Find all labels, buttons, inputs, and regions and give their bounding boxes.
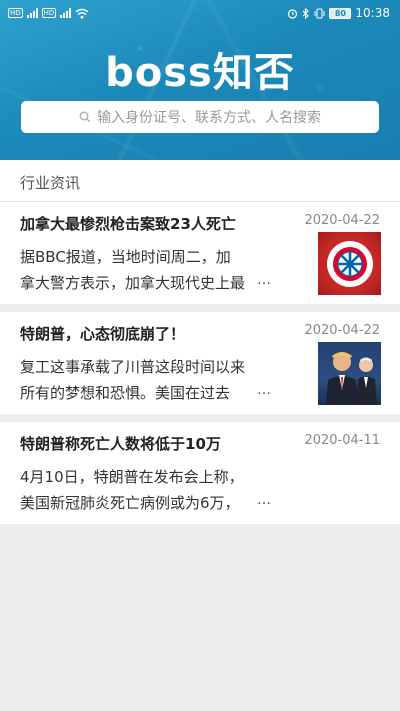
clock: 10:38 — [355, 6, 390, 20]
news-summary: 复工这事承载了川普这段时间以来所有的梦想和恐惧。美国在过去12 — [20, 358, 245, 402]
more-ellipsis: … — [257, 492, 271, 508]
app-header: HD HD 80 10:38 boss知否 输入身份证号、联系方式、人名搜索 — [0, 0, 400, 160]
bluetooth-icon — [303, 7, 310, 19]
news-summary: 据BBC报道，当地时间周二，加拿大警方表示，加拿大现代史上最严 — [20, 248, 245, 292]
bayern-crest-icon — [326, 240, 373, 287]
search-placeholder: 输入身份证号、联系方式、人名搜索 — [97, 110, 321, 126]
news-date: 2020-04-11 — [304, 433, 380, 448]
news-title: 加拿大最惨烈枪击案致23人死亡 — [20, 215, 236, 233]
more-ellipsis: … — [257, 272, 271, 288]
more-ellipsis: … — [257, 382, 271, 398]
news-date: 2020-04-22 — [304, 323, 380, 338]
news-item[interactable]: 特朗普，心态彻底崩了！ 2020-04-22 复工这事承载了川普这段时间以来所有… — [0, 312, 400, 414]
hd-badge-2: HD — [41, 8, 57, 18]
app-logo: boss知否 — [105, 50, 295, 96]
signal-group-1: HD — [8, 8, 23, 18]
cell-signal-icon — [26, 8, 38, 18]
alarm-icon — [288, 8, 298, 19]
news-title: 特朗普，心态彻底崩了！ — [20, 325, 186, 343]
section-title: 行业资讯 — [0, 160, 400, 202]
cell-signal-icon-2 — [60, 8, 72, 18]
news-title: 特朗普称死亡人数将低于10万 — [20, 435, 221, 453]
search-input[interactable]: 输入身份证号、联系方式、人名搜索 — [21, 101, 379, 133]
news-date: 2020-04-22 — [304, 213, 380, 228]
politicians-photo — [318, 342, 381, 405]
status-bar: HD HD 80 10:38 — [0, 0, 400, 26]
bayern-logo-image — [318, 232, 381, 295]
news-item[interactable]: 特朗普称死亡人数将低于10万 2020-04-11 4月10日，特朗普在发布会上… — [0, 422, 400, 524]
news-summary: 4月10日，特朗普在发布会上称，美国新冠肺炎死亡病例或为6万， — [20, 468, 244, 512]
search-icon — [79, 111, 91, 123]
status-bar-right: 80 10:38 — [287, 6, 390, 20]
news-thumbnail — [318, 232, 381, 295]
status-bar-left: HD HD — [8, 8, 89, 19]
news-thumbnail — [318, 342, 381, 405]
vibrate-icon — [314, 7, 325, 19]
news-list: 加拿大最惨烈枪击案致23人死亡 2020-04-22 据BBC报道，当地时间周二… — [0, 202, 400, 532]
news-item[interactable]: 加拿大最惨烈枪击案致23人死亡 2020-04-22 据BBC报道，当地时间周二… — [0, 202, 400, 304]
hd-badge: HD — [8, 8, 23, 18]
wifi-icon — [75, 8, 89, 19]
battery-icon: 80 — [329, 7, 352, 19]
